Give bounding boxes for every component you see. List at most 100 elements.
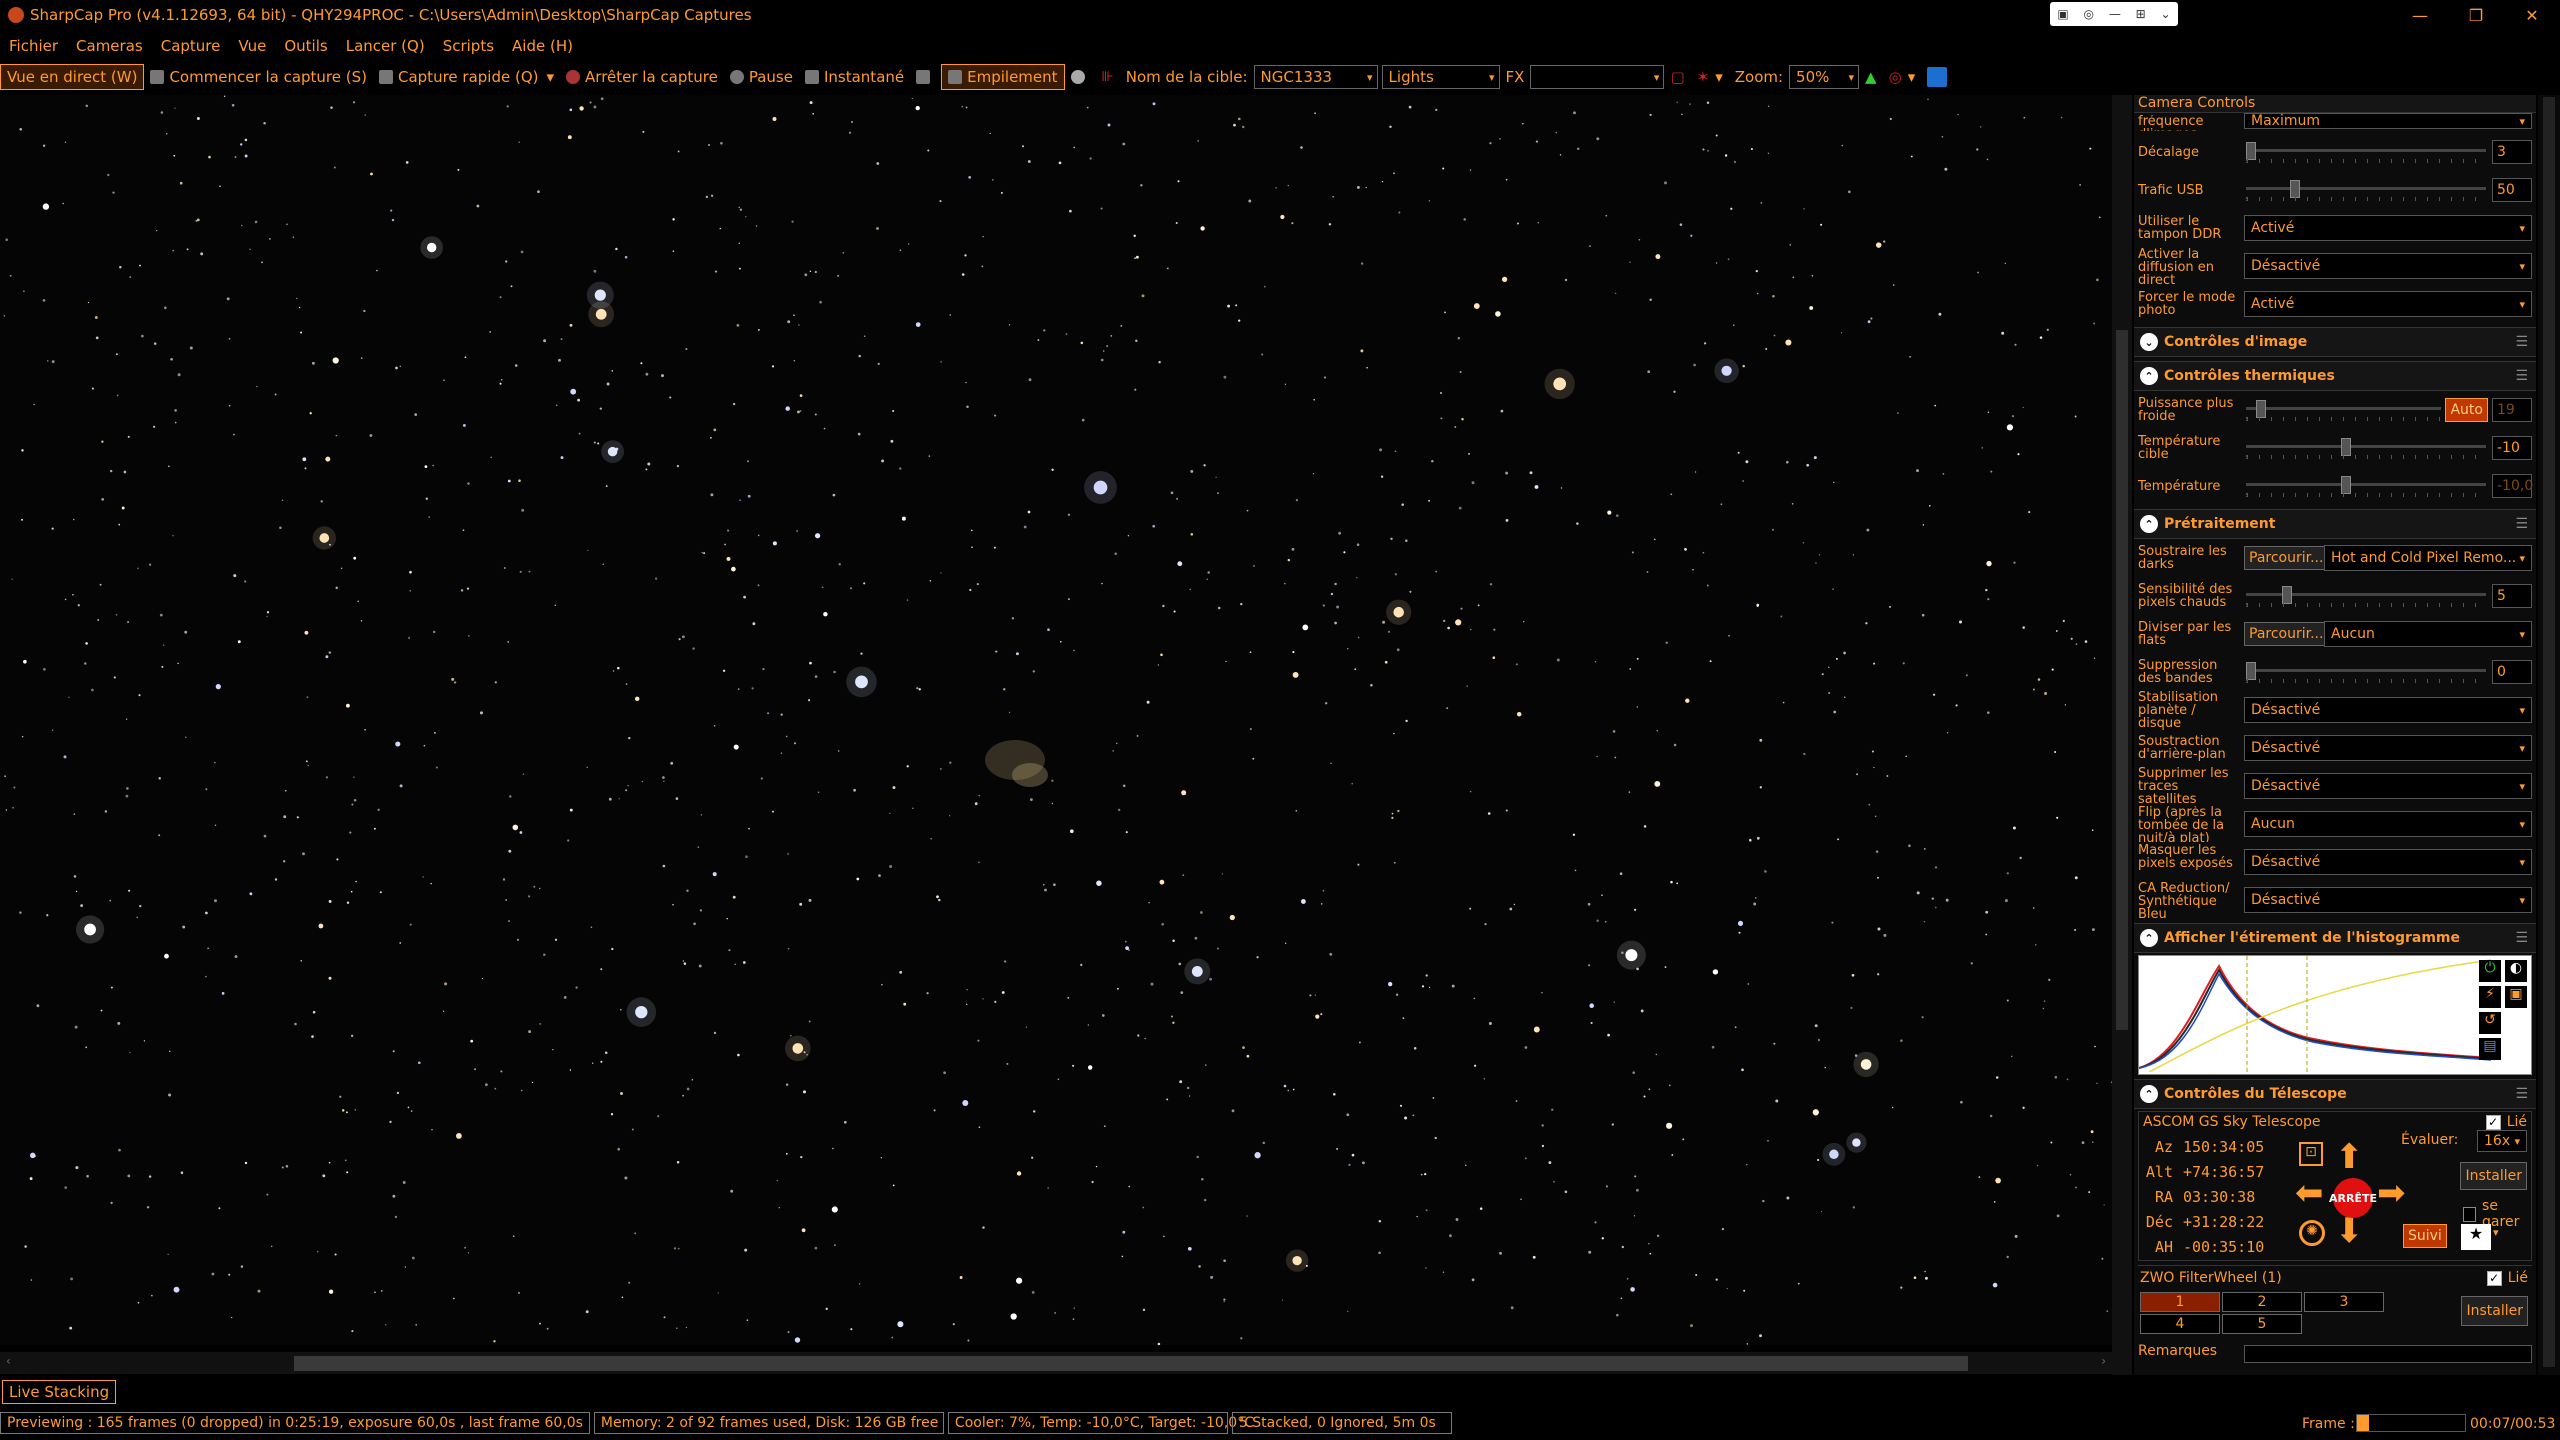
chevron-up-icon[interactable]: ⌃ [2140, 367, 2158, 385]
filter-slot-2[interactable]: 2 [2222, 1292, 2302, 1312]
chevron-up-icon[interactable]: ⌃ [2140, 515, 2158, 533]
minimize-button[interactable]: — [2392, 0, 2448, 30]
histogram-plot[interactable] [2138, 956, 2493, 1073]
chevron-up-icon[interactable]: ⌃ [2140, 929, 2158, 947]
menu-icon[interactable]: ☰ [2515, 516, 2528, 532]
check-icon[interactable]: ✓ [2485, 1114, 2501, 1130]
filter-slot-3[interactable]: 3 [2304, 1292, 2384, 1312]
checkbox-icon[interactable] [2463, 1206, 2477, 1222]
slew-east-icon[interactable]: ➡ [2377, 1176, 2406, 1210]
panel-scrollbar[interactable] [2538, 95, 2560, 1375]
menu-lancer[interactable]: Lancer (Q) [337, 37, 434, 55]
lock-icon[interactable]: ▣ [2505, 986, 2527, 1008]
grid-icon[interactable]: ⊞ [2136, 7, 2146, 21]
horizontal-scroll-thumb[interactable] [294, 1356, 1968, 1371]
banding-slider[interactable] [2246, 662, 2486, 683]
slew-west-icon[interactable]: ⬅ [2295, 1176, 2324, 1210]
filterwheel-setup-button[interactable]: Installer [2461, 1296, 2528, 1326]
darks-select[interactable]: Hot and Cold Pixel Remo... [2324, 545, 2532, 571]
lightning-icon[interactable]: ⚡ [2479, 986, 2501, 1008]
sun-icon[interactable]: ✺ [2299, 1220, 2325, 1246]
globe-icon[interactable]: ◎ [2084, 7, 2094, 21]
chevron-up-icon[interactable]: ⌃ [2140, 1085, 2158, 1103]
offset-value[interactable]: 3 [2492, 140, 2532, 164]
menu-icon[interactable]: ☰ [2515, 1086, 2528, 1102]
streaming-select[interactable]: Désactivé [2244, 253, 2532, 279]
flats-select[interactable]: Aucun [2324, 621, 2532, 647]
usb-value[interactable]: 50 [2492, 178, 2532, 202]
filter-slot-4[interactable]: 4 [2140, 1314, 2220, 1334]
focus-button[interactable]: ◎ ▾ [1883, 64, 1922, 90]
filterwheel-linked[interactable]: ✓ Lié [2486, 1270, 2528, 1286]
vertical-scrollbar[interactable] [2112, 95, 2132, 1375]
mask-select[interactable]: Désactivé [2244, 849, 2532, 875]
slew-north-icon[interactable]: ⬆ [2335, 1140, 2364, 1174]
panel-scroll-thumb[interactable] [2543, 97, 2555, 1367]
menu-aide[interactable]: Aide (H) [503, 37, 582, 55]
photo-mode-select[interactable]: Activé [2244, 291, 2532, 317]
close-button[interactable]: ✕ [2504, 0, 2560, 30]
reset-icon[interactable]: ↺ [2479, 1012, 2501, 1034]
target-temp-slider[interactable] [2246, 438, 2486, 459]
cooler-auto-button[interactable]: Auto [2445, 398, 2488, 422]
tracking-button[interactable]: Suivi [2403, 1224, 2447, 1248]
target-temp-value[interactable]: -10 [2492, 436, 2532, 460]
cooler-power-slider[interactable] [2246, 400, 2441, 421]
display-icon[interactable]: ▣ [2057, 7, 2068, 21]
banding-value[interactable]: 0 [2492, 660, 2532, 684]
stop-slew-button[interactable]: ARRÊTE [2329, 1178, 2377, 1218]
flats-browse-button[interactable]: Parcourir... [2244, 622, 2329, 646]
ca-select[interactable]: Désactivé [2244, 887, 2532, 913]
chevron-left-icon[interactable]: ‹ [6, 1354, 11, 1368]
section-histogram[interactable]: ⌃ Afficher l'étirement de l'histogramme … [2134, 923, 2536, 953]
image-viewport[interactable] [0, 95, 2112, 1345]
goto-icon[interactable]: ⊡ [2299, 1142, 2323, 1166]
maximize-button[interactable]: ❐ [2448, 0, 2504, 30]
background-select[interactable]: Désactivé [2244, 735, 2532, 761]
menu-cameras[interactable]: Cameras [67, 37, 152, 55]
save-icon[interactable]: ▤ [2479, 1038, 2501, 1060]
menu-fichier[interactable]: Fichier [0, 37, 67, 55]
hot-pixel-slider[interactable] [2246, 586, 2486, 607]
tray-widget[interactable]: ▣ ◎ — ⊞ ⌄ [2050, 2, 2178, 26]
moon-button[interactable] [1065, 64, 1096, 90]
menu-icon[interactable]: ☰ [2515, 334, 2528, 350]
display-settings-button[interactable] [910, 64, 941, 90]
section-preprocessing[interactable]: ⌃ Prétraitement ☰ [2134, 509, 2536, 539]
fx-select[interactable] [1530, 65, 1665, 89]
stabilization-select[interactable]: Désactivé [2244, 697, 2532, 723]
live-stacking-tab[interactable]: Live Stacking [2, 1380, 117, 1404]
star-icon[interactable]: ★ [2461, 1224, 2491, 1250]
stop-capture-button[interactable]: Arrêter la capture [560, 64, 724, 90]
chevron-right-icon[interactable]: › [2101, 1354, 2106, 1368]
menu-capture[interactable]: Capture [152, 37, 230, 55]
reticle-button[interactable]: ▢ [1664, 64, 1690, 90]
filter-slot-5[interactable]: 5 [2222, 1314, 2302, 1334]
quick-capture-button[interactable]: Capture rapide (Q) ▾ [373, 64, 560, 90]
menu-scripts[interactable]: Scripts [434, 37, 503, 55]
red-mode-button[interactable]: ⊪ [1096, 64, 1120, 90]
section-thermal-controls[interactable]: ⌃ Contrôles thermiques ☰ [2134, 361, 2536, 391]
framerate-select[interactable]: Maximum [2244, 113, 2532, 129]
check-icon[interactable]: ✓ [2486, 1270, 2502, 1286]
stacking-button[interactable]: Empilement [941, 64, 1065, 90]
telescope-linked[interactable]: ✓ Lié [2485, 1114, 2527, 1130]
vertical-scroll-thumb[interactable] [2116, 330, 2128, 1030]
crosshair-button[interactable]: ✶ ▾ [1691, 64, 1729, 90]
chevron-down-icon[interactable]: ▾ [1715, 68, 1723, 86]
menu-icon[interactable]: ☰ [2515, 930, 2528, 946]
offset-slider[interactable] [2246, 142, 2486, 163]
hot-pixel-value[interactable]: 5 [2492, 584, 2532, 608]
flip-select[interactable]: Aucun [2244, 811, 2532, 837]
pause-button[interactable]: Pause [724, 64, 799, 90]
menu-vue[interactable]: Vue [229, 37, 275, 55]
tool-button[interactable] [1921, 64, 1953, 90]
target-name-select[interactable]: NGC1333 [1253, 65, 1378, 89]
power-icon[interactable]: ⏻ [2479, 960, 2501, 982]
zoom-select[interactable]: 50% [1789, 65, 1860, 89]
snapshot-button[interactable]: Instantané [799, 64, 910, 90]
rate-select[interactable]: 16x [2477, 1130, 2527, 1152]
chevron-down-icon[interactable]: ⌄ [2160, 7, 2170, 21]
filter-slot-1[interactable]: 1 [2140, 1292, 2220, 1312]
live-view-button[interactable]: Vue en direct (W) [0, 64, 145, 90]
